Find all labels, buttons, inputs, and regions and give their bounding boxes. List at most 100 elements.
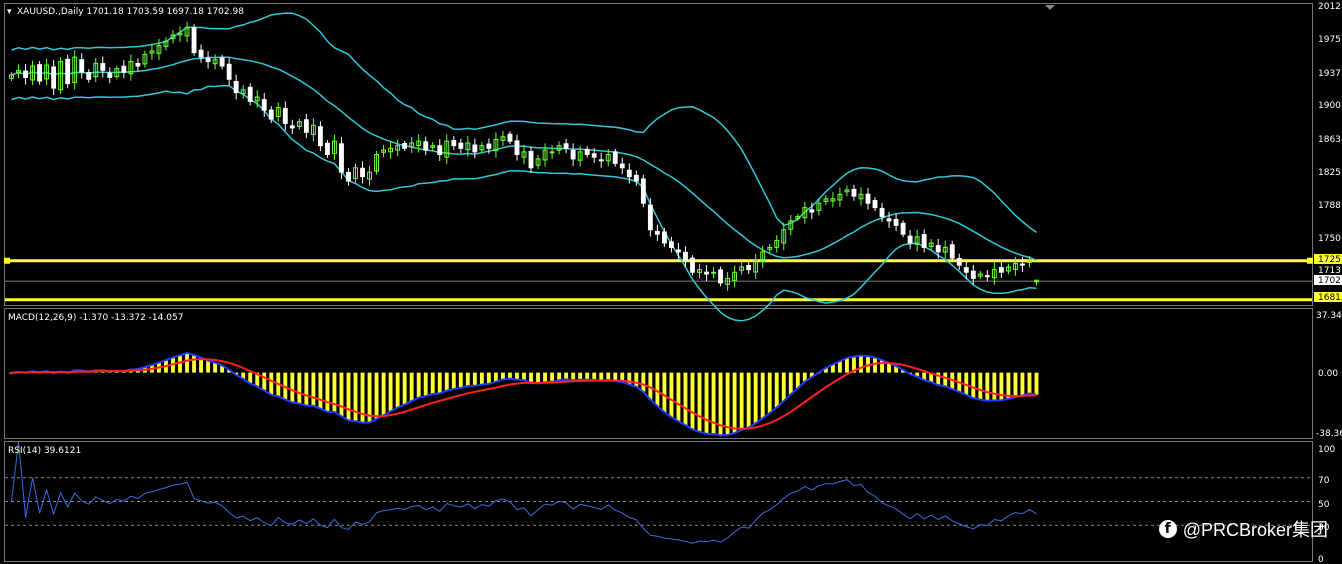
macd-histogram-bar xyxy=(339,372,344,417)
macd-histogram-bar xyxy=(388,372,393,412)
candle-body xyxy=(598,159,604,162)
candle-body xyxy=(289,125,295,129)
macd-histogram-bar xyxy=(746,372,751,428)
dropdown-triangle-icon[interactable]: ▾ xyxy=(7,7,12,17)
candle-body xyxy=(935,245,941,253)
macd-histogram-bar xyxy=(381,372,386,416)
candle-body xyxy=(23,70,28,78)
macd-histogram-bar xyxy=(1034,372,1039,395)
rsi-panel[interactable] xyxy=(5,441,1312,544)
candle-body xyxy=(268,109,274,120)
main-panel-header: XAUUSD.,Daily 1701.18 1703.59 1697.18 17… xyxy=(17,7,244,17)
candle-body xyxy=(591,153,597,158)
macd-histogram-bar xyxy=(444,372,449,391)
candle-body xyxy=(121,65,127,73)
trading-chart[interactable]: ▾ XAUUSD.,Daily 1701.18 1703.59 1697.18 … xyxy=(0,0,1342,564)
macd-histogram-bar xyxy=(978,372,983,400)
candle-body xyxy=(100,63,106,71)
price-scale-label: 1900 xyxy=(1318,101,1341,111)
candle-body xyxy=(423,141,429,151)
macd-scale-label: 37.34 xyxy=(1316,311,1342,321)
candle-body xyxy=(247,86,253,102)
candle-body xyxy=(690,257,695,273)
macd-histogram-bar xyxy=(409,372,414,402)
candle-body xyxy=(360,167,365,178)
macd-histogram-bar xyxy=(374,372,379,420)
candle-body xyxy=(998,266,1004,273)
candle-body xyxy=(668,241,674,248)
macd-histogram-bar xyxy=(859,355,863,373)
macd-histogram-bar xyxy=(697,372,702,432)
macd-histogram-bar xyxy=(767,372,772,414)
candle-body xyxy=(879,207,885,217)
candle-body xyxy=(528,150,534,169)
macd-histogram-bar xyxy=(669,372,674,418)
macd-histogram-bar xyxy=(290,372,295,403)
candle-body xyxy=(718,269,724,284)
candle-body xyxy=(65,58,71,85)
candle-body xyxy=(984,275,990,278)
macd-histogram-bar xyxy=(992,372,997,401)
candle-body xyxy=(809,209,815,213)
macd-histogram-bar xyxy=(641,372,646,392)
price-panel[interactable] xyxy=(4,12,1313,322)
macd-histogram-bar xyxy=(353,372,358,422)
macd-histogram-bar xyxy=(880,360,884,373)
candle-body xyxy=(451,139,457,147)
candle-body xyxy=(584,148,590,155)
macd-histogram-bar xyxy=(676,372,681,422)
candle-body xyxy=(79,59,85,73)
macd-histogram-bar xyxy=(592,372,597,380)
candle-body xyxy=(676,249,681,253)
candle-body xyxy=(514,140,520,156)
macd-histogram-bar xyxy=(458,372,463,388)
rsi-panel-header: RSI(14) 39.6121 xyxy=(8,446,81,456)
macd-histogram-bar xyxy=(971,372,976,399)
macd-histogram-bar xyxy=(943,372,948,387)
macd-histogram-bar xyxy=(1020,372,1025,396)
candle-body xyxy=(226,63,232,80)
macd-histogram-bar xyxy=(788,372,793,395)
macd-histogram-bar xyxy=(606,372,611,381)
macd-histogram-bar xyxy=(683,372,688,426)
candle-body xyxy=(339,143,344,173)
macd-histogram-bar xyxy=(430,372,435,394)
facebook-icon: f xyxy=(1158,520,1177,538)
macd-histogram-bar xyxy=(395,372,400,408)
candle-body xyxy=(907,235,913,244)
candle-body xyxy=(654,230,660,235)
macd-histogram-bar xyxy=(564,372,569,380)
candle-body xyxy=(437,145,443,156)
candle-body xyxy=(303,119,309,133)
macd-panel[interactable] xyxy=(9,351,1039,437)
price-scale-label: 1713 xyxy=(1318,266,1341,276)
candle-body xyxy=(647,204,653,231)
candle-body xyxy=(956,258,962,266)
candle-body xyxy=(1020,263,1025,266)
macd-histogram-bar xyxy=(585,372,590,380)
candle-body xyxy=(86,72,92,80)
candle-body xyxy=(205,57,211,63)
price-scale-label: 2012 xyxy=(1318,2,1341,12)
macd-scale-label: -38.36 xyxy=(1316,429,1342,439)
price-scale-label: 1975 xyxy=(1318,35,1341,45)
macd-histogram-bar xyxy=(985,372,990,401)
candle-body xyxy=(970,270,976,279)
macd-histogram-bar xyxy=(346,372,351,421)
candle-body xyxy=(563,143,569,149)
candle-body xyxy=(570,149,576,160)
macd-histogram-bar xyxy=(543,372,547,383)
macd-panel-header: MACD(12,26,9) -1.370 -13.372 -14.057 xyxy=(8,313,183,323)
candle-body xyxy=(198,49,204,58)
candle-body xyxy=(458,142,464,149)
candle-body xyxy=(233,80,239,94)
macd-histogram-bar xyxy=(536,372,540,384)
chart-shift-marker[interactable] xyxy=(1045,5,1055,10)
line-handle xyxy=(1307,257,1313,264)
watermark-text: @PRCBroker集团 xyxy=(1182,520,1328,540)
price-scale-label: 1863 xyxy=(1318,135,1341,145)
macd-histogram-bar xyxy=(269,372,274,395)
macd-histogram-bar xyxy=(479,372,484,385)
candle-body xyxy=(963,267,969,273)
rsi-scale-label: 100 xyxy=(1318,445,1335,455)
